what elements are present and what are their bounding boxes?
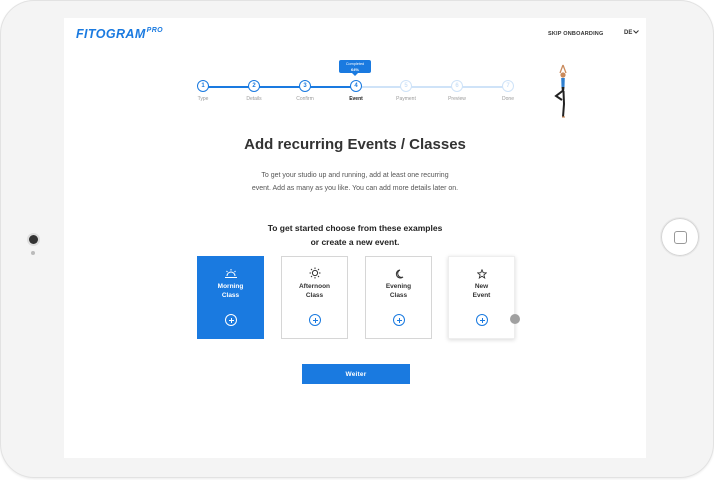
step-label: Confirm xyxy=(296,96,314,102)
card-title-line: Afternoon xyxy=(298,283,331,290)
card-title-line: Class xyxy=(305,292,324,299)
step-details[interactable]: 2 Details xyxy=(234,80,274,102)
chevron-down-icon xyxy=(633,30,640,35)
step-label: Preview xyxy=(448,96,466,102)
choose-heading-line: To get started choose from these example… xyxy=(267,223,443,233)
step-number: 5 xyxy=(400,80,412,92)
step-label: Done xyxy=(502,96,514,102)
front-camera xyxy=(29,235,38,244)
stepper-track-remaining xyxy=(358,86,506,88)
progress-tooltip: Completed 64% xyxy=(339,60,371,76)
language-label: DE xyxy=(624,30,633,36)
card-title-line: New xyxy=(474,283,489,290)
yoga-illustration xyxy=(554,64,567,118)
sun-icon xyxy=(282,266,347,279)
logo-pro-text: PRO xyxy=(146,27,164,34)
screen: FITOGRAMPRO SKIP ONBOARDING DE Completed… xyxy=(64,18,646,458)
choose-heading: To get started choose from these example… xyxy=(240,221,470,249)
card-morning-class[interactable]: Morning Class xyxy=(197,256,264,339)
sunrise-icon xyxy=(198,266,263,278)
skip-onboarding-link[interactable]: SKIP ONBOARDING xyxy=(548,31,603,37)
step-number: 6 xyxy=(451,80,463,92)
card-title-line: Evening xyxy=(385,283,412,290)
moon-icon xyxy=(366,266,431,279)
step-label: Event xyxy=(349,96,363,102)
step-payment[interactable]: 5 Payment xyxy=(386,80,426,102)
step-number: 3 xyxy=(299,80,311,92)
step-done[interactable]: 7 Done xyxy=(488,80,528,102)
stepper-track-completed xyxy=(203,86,358,88)
step-label: Payment xyxy=(396,96,416,102)
tablet-frame: FITOGRAMPRO SKIP ONBOARDING DE Completed… xyxy=(0,0,714,478)
star-icon xyxy=(449,266,514,279)
subtitle-line: To get your studio up and running, add a… xyxy=(261,172,449,179)
add-evening-class-button[interactable] xyxy=(393,314,405,326)
step-type[interactable]: 1 Type xyxy=(183,80,223,102)
card-title-line: Class xyxy=(221,292,240,299)
continue-button[interactable]: Weiter xyxy=(302,364,410,384)
card-title-line: Class xyxy=(389,292,408,299)
logo-main-text: FITOGRAM xyxy=(76,27,146,41)
home-button-icon xyxy=(673,230,687,244)
add-new-event-button[interactable] xyxy=(476,314,488,326)
card-new-event[interactable]: New Event xyxy=(448,256,515,339)
add-morning-class-button[interactable] xyxy=(225,314,237,326)
progress-tooltip-value: 64% xyxy=(350,67,359,72)
card-title-line: Morning xyxy=(217,283,244,290)
step-label: Type xyxy=(197,96,209,102)
home-button[interactable] xyxy=(661,218,699,256)
page-title: Add recurring Events / Classes xyxy=(244,136,466,153)
step-confirm[interactable]: 3 Confirm xyxy=(285,80,325,102)
card-evening-class[interactable]: Evening Class xyxy=(365,256,432,339)
card-title-line: Event xyxy=(472,292,491,299)
step-event[interactable]: 4 Event xyxy=(336,80,376,102)
subtitle-line: event. Add as many as you like. You can … xyxy=(251,185,459,192)
fitogram-logo[interactable]: FITOGRAMPRO xyxy=(76,27,163,41)
step-number: 1 xyxy=(197,80,209,92)
add-afternoon-class-button[interactable] xyxy=(309,314,321,326)
step-label: Details xyxy=(246,96,262,102)
page-subtitle: To get your studio up and running, add a… xyxy=(240,169,470,195)
step-number: 2 xyxy=(248,80,260,92)
sensor-dot xyxy=(31,251,35,255)
drag-handle[interactable] xyxy=(510,314,520,324)
step-number: 7 xyxy=(502,80,514,92)
card-afternoon-class[interactable]: Afternoon Class xyxy=(281,256,348,339)
step-preview[interactable]: 6 Preview xyxy=(437,80,477,102)
onboarding-stepper: 1 Type 2 Details 3 Confirm 4 Event 5 Payment … xyxy=(195,80,515,110)
language-selector[interactable]: DE xyxy=(624,30,640,36)
choose-heading-line: or create a new event. xyxy=(310,237,400,247)
step-number: 4 xyxy=(350,80,362,92)
